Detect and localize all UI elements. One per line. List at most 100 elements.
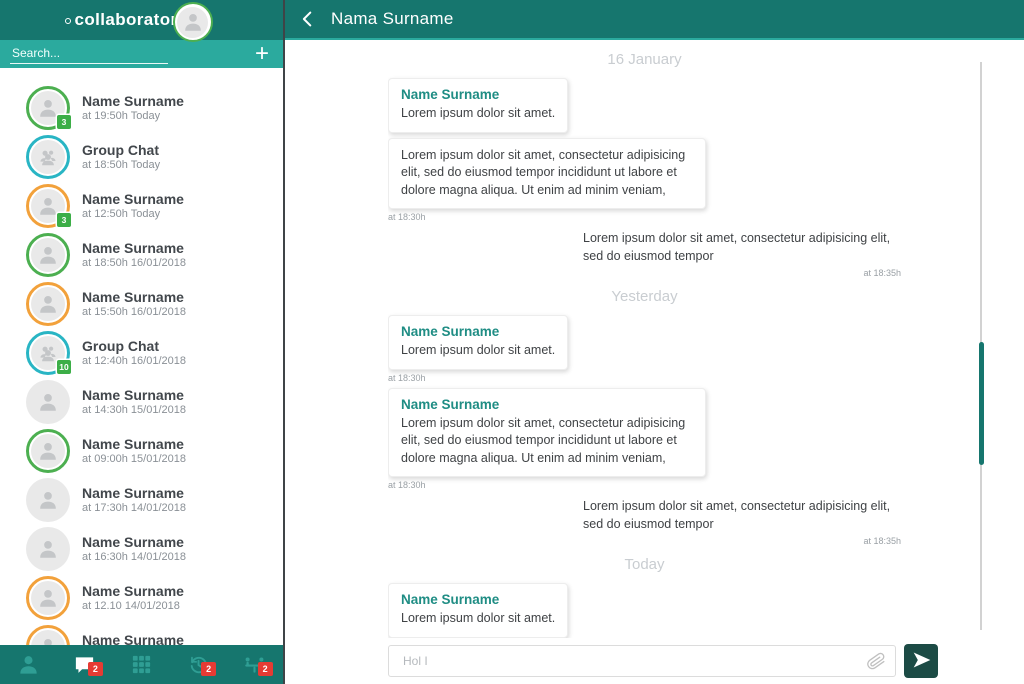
message-text: Lorem ipsum dolor sit amet, consectetur …: [401, 415, 693, 468]
message-text: Lorem ipsum dolor sit amet.: [401, 610, 555, 628]
contact-avatar: 3: [26, 86, 70, 130]
profile-avatar[interactable]: [173, 2, 213, 42]
back-button[interactable]: [297, 6, 323, 32]
message-text: Lorem ipsum dolor sit amet.: [401, 105, 555, 123]
incoming-message: Name Surname Lorem ipsum dolor sit amet, …: [388, 388, 901, 491]
chat-title: Nama Surname: [331, 9, 454, 29]
message-text: Lorem ipsum dolor sit amet.: [401, 342, 555, 360]
contact-list-item[interactable]: Name Surnameat 09:00h 15/01/2018: [0, 426, 283, 475]
unread-count-badge: 3: [57, 213, 71, 227]
group-avatar: 10: [26, 331, 70, 375]
message-input[interactable]: [388, 645, 896, 677]
contact-info: Name Surnameat 12:50h Today: [82, 191, 184, 221]
incoming-message: Lorem ipsum dolor sit amet, consectetur …: [388, 138, 901, 223]
logo-dot-icon: [65, 18, 71, 24]
contact-last-activity: at 12.10 14/01/2018: [82, 600, 184, 612]
person-icon: [31, 238, 65, 272]
contact-info: Name Surnameat 18:50h 16/01/2018: [82, 240, 186, 270]
contact-name: Group Chat: [82, 338, 186, 355]
contact-name: Name Surname: [82, 93, 184, 110]
contact-name: Name Surname: [82, 289, 186, 306]
chat-header: Nama Surname: [285, 0, 1024, 40]
message-sender: Name Surname: [401, 324, 555, 339]
contact-avatar: 3: [26, 184, 70, 228]
person-icon: [31, 385, 65, 419]
notification-badge: 2: [258, 662, 273, 676]
contact-list-item[interactable]: Name Surnameat 16:30h 14/01/2018: [0, 524, 283, 573]
contact-info: Name Surnameat 15:50h 16/01/2018: [82, 289, 186, 319]
message-timestamp: at 18:30h: [388, 212, 901, 222]
person-icon: [31, 581, 65, 615]
message-sender: Name Surname: [401, 592, 555, 607]
message-timestamp: at 18:35h: [863, 268, 901, 278]
contact-avatar: [26, 478, 70, 522]
outgoing-message: Lorem ipsum dolor sit amet, consectetur …: [388, 230, 901, 278]
message-timestamp: at 18:30h: [388, 480, 901, 490]
sidebar: collaborator + 3 Name Surnameat 19:50h To…: [0, 0, 285, 684]
contact-name: Name Surname: [82, 534, 186, 551]
group-icon: [31, 140, 65, 174]
add-contact-button[interactable]: +: [251, 44, 273, 64]
message-sender: Name Surname: [401, 87, 555, 102]
chevron-left-icon: [297, 8, 323, 30]
message-bubble: Name Surname Lorem ipsum dolor sit amet.: [388, 583, 568, 638]
contact-last-activity: at 14:30h 15/01/2018: [82, 404, 186, 416]
contact-list-item[interactable]: Name Surnameat 14:30h 15/01/2018: [0, 377, 283, 426]
nav-history-button[interactable]: 2: [170, 645, 227, 684]
app-logo: collaborator: [65, 10, 177, 30]
date-separator: Yesterday: [388, 288, 901, 305]
contact-info: Name Surnameat 16:30h 14/01/2018: [82, 534, 186, 564]
group-avatar: [26, 135, 70, 179]
message-timestamp: at 18:35h: [863, 536, 901, 546]
contact-avatar: [26, 429, 70, 473]
notification-badge: 2: [201, 662, 216, 676]
incoming-message: Name Surname Lorem ipsum dolor sit amet. a…: [388, 315, 901, 383]
nav-apps-button[interactable]: [113, 645, 170, 684]
chat-scrollbar-track[interactable]: [980, 62, 982, 630]
message-bubble: Lorem ipsum dolor sit amet, consectetur …: [388, 138, 706, 210]
person-icon: [31, 483, 65, 517]
send-button[interactable]: [904, 644, 938, 678]
contact-list-item[interactable]: Name Surnameat 12.10 14/01/2018: [0, 573, 283, 622]
contact-avatar: [26, 282, 70, 326]
paperclip-icon[interactable]: [866, 651, 886, 671]
message-timestamp: at 18:30h: [388, 373, 901, 383]
contact-list-item[interactable]: Name Surnameat 17:30h 14/01/2018: [0, 475, 283, 524]
nav-chats-button[interactable]: 2: [57, 645, 114, 684]
nav-contacts-button[interactable]: [0, 645, 57, 684]
message-text: Lorem ipsum dolor sit amet, consectetur …: [401, 147, 693, 200]
incoming-message: Name Surname Lorem ipsum dolor sit amet.: [388, 78, 901, 133]
incoming-message: Name SurnameLorem ipsum dolor sit amet.a…: [388, 583, 901, 638]
sidebar-header: collaborator: [0, 0, 283, 40]
message-text: Lorem ipsum dolor sit amet, consectetur …: [583, 230, 901, 265]
contact-list: 3Name Surnameat 19:50h TodayGroup Chatat…: [0, 68, 283, 684]
contact-info: Group Chatat 12:40h 16/01/2018: [82, 338, 186, 368]
chat-panel: Nama Surname 16 JanuaryName SurnameLorem…: [285, 0, 1024, 684]
message-bubble: Name Surname Lorem ipsum dolor sit amet.: [388, 315, 568, 370]
contact-list-item[interactable]: 3 Name Surnameat 12:50h Today: [0, 181, 283, 230]
message-sender: Name Surname: [401, 397, 693, 412]
nav-meetings-button[interactable]: 2: [226, 645, 283, 684]
bottom-navigation: 2 2 2: [0, 645, 283, 684]
contact-last-activity: at 12:50h Today: [82, 208, 184, 220]
contact-list-item[interactable]: 3 Name Surnameat 19:50h Today: [0, 83, 283, 132]
person-icon: [31, 532, 65, 566]
person-icon: [31, 287, 65, 321]
search-input[interactable]: [10, 44, 168, 64]
contact-avatar: [26, 576, 70, 620]
message-composer: [388, 641, 938, 681]
contact-list-item[interactable]: Name Surnameat 15:50h 16/01/2018: [0, 279, 283, 328]
message-bubble: Name Surname Lorem ipsum dolor sit amet, …: [388, 388, 706, 478]
notification-badge: 2: [88, 662, 103, 676]
person-icon: [177, 7, 208, 38]
contact-list-item-group[interactable]: Group Chatat 18:50h Today: [0, 132, 283, 181]
contact-info: Name Surnameat 19:50h Today: [82, 93, 184, 123]
contact-list-item-group[interactable]: 10 Group Chatat 12:40h 16/01/2018: [0, 328, 283, 377]
unread-count-badge: 10: [57, 360, 71, 374]
contact-last-activity: at 15:50h 16/01/2018: [82, 306, 186, 318]
chat-scrollbar-thumb[interactable]: [979, 342, 984, 465]
contact-last-activity: at 18:50h Today: [82, 159, 160, 171]
contact-list-item[interactable]: Name Surnameat 18:50h 16/01/2018: [0, 230, 283, 279]
outgoing-message: Lorem ipsum dolor sit amet, consectetur …: [388, 498, 901, 546]
contact-last-activity: at 09:00h 15/01/2018: [82, 453, 186, 465]
